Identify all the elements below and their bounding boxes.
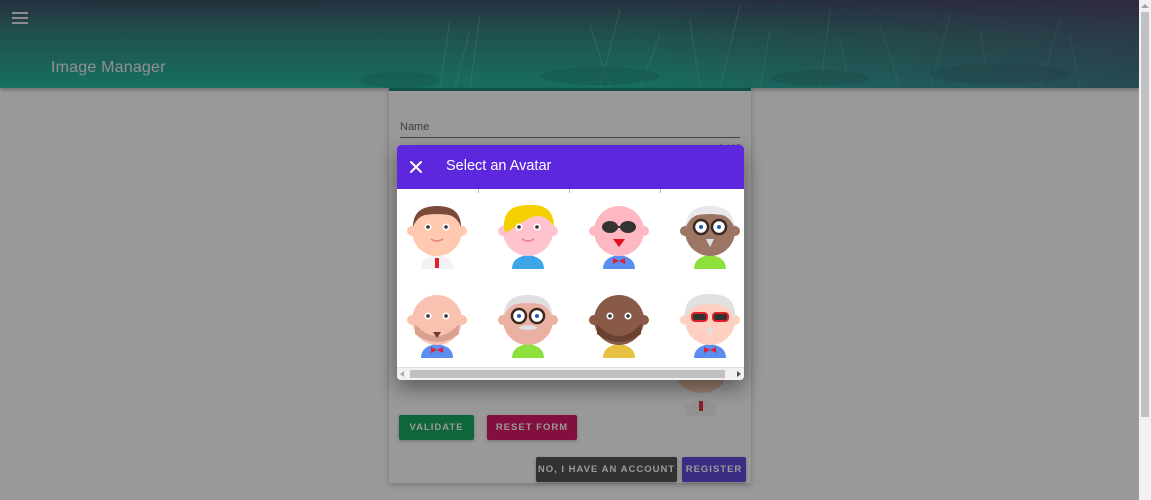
close-icon[interactable] [405, 156, 427, 178]
avatar-option-grey-hair-round-glasses-mustache[interactable] [488, 278, 575, 367]
avatar-option-dark-skin-glasses-grey-hair[interactable] [670, 189, 744, 278]
scrollbar-thumb[interactable] [410, 370, 725, 378]
page-scrollbar-thumb[interactable] [1141, 12, 1149, 417]
avatar-icon [680, 206, 740, 269]
avatar-option-grey-hair-red-glasses[interactable] [670, 278, 744, 367]
scroll-left-arrow-icon[interactable] [400, 371, 404, 377]
horizontal-scrollbar[interactable] [397, 367, 744, 380]
avatar-icon [589, 206, 649, 269]
avatar-dialog: Select an Avatar [397, 145, 744, 380]
app-root: Image Manager Name 0 / 25 Validate Reset… [0, 0, 1139, 500]
avatar-option-bald-sunglasses-beard[interactable] [579, 189, 666, 278]
avatar-icon [589, 295, 649, 358]
dialog-toolbar: Select an Avatar [397, 145, 744, 189]
avatar-option-man-brown-hair-tie[interactable] [397, 189, 484, 278]
scroll-up-arrow-icon[interactable] [1141, 4, 1149, 8]
avatar-option-dark-bald-beard-plaid[interactable] [579, 278, 666, 367]
page-vertical-scrollbar[interactable] [1139, 0, 1151, 500]
avatar-option-boy-blonde-hair[interactable] [488, 189, 575, 278]
avatar-grid [397, 189, 744, 367]
avatar-icon [407, 295, 467, 358]
dialog-title: Select an Avatar [446, 158, 552, 174]
avatar-option-bald-goatee[interactable] [397, 278, 484, 367]
avatar-icon [407, 206, 467, 269]
scroll-right-arrow-icon[interactable] [737, 371, 741, 377]
avatar-icon [680, 294, 740, 358]
avatar-icon [498, 295, 558, 358]
avatar-icon [498, 204, 558, 269]
